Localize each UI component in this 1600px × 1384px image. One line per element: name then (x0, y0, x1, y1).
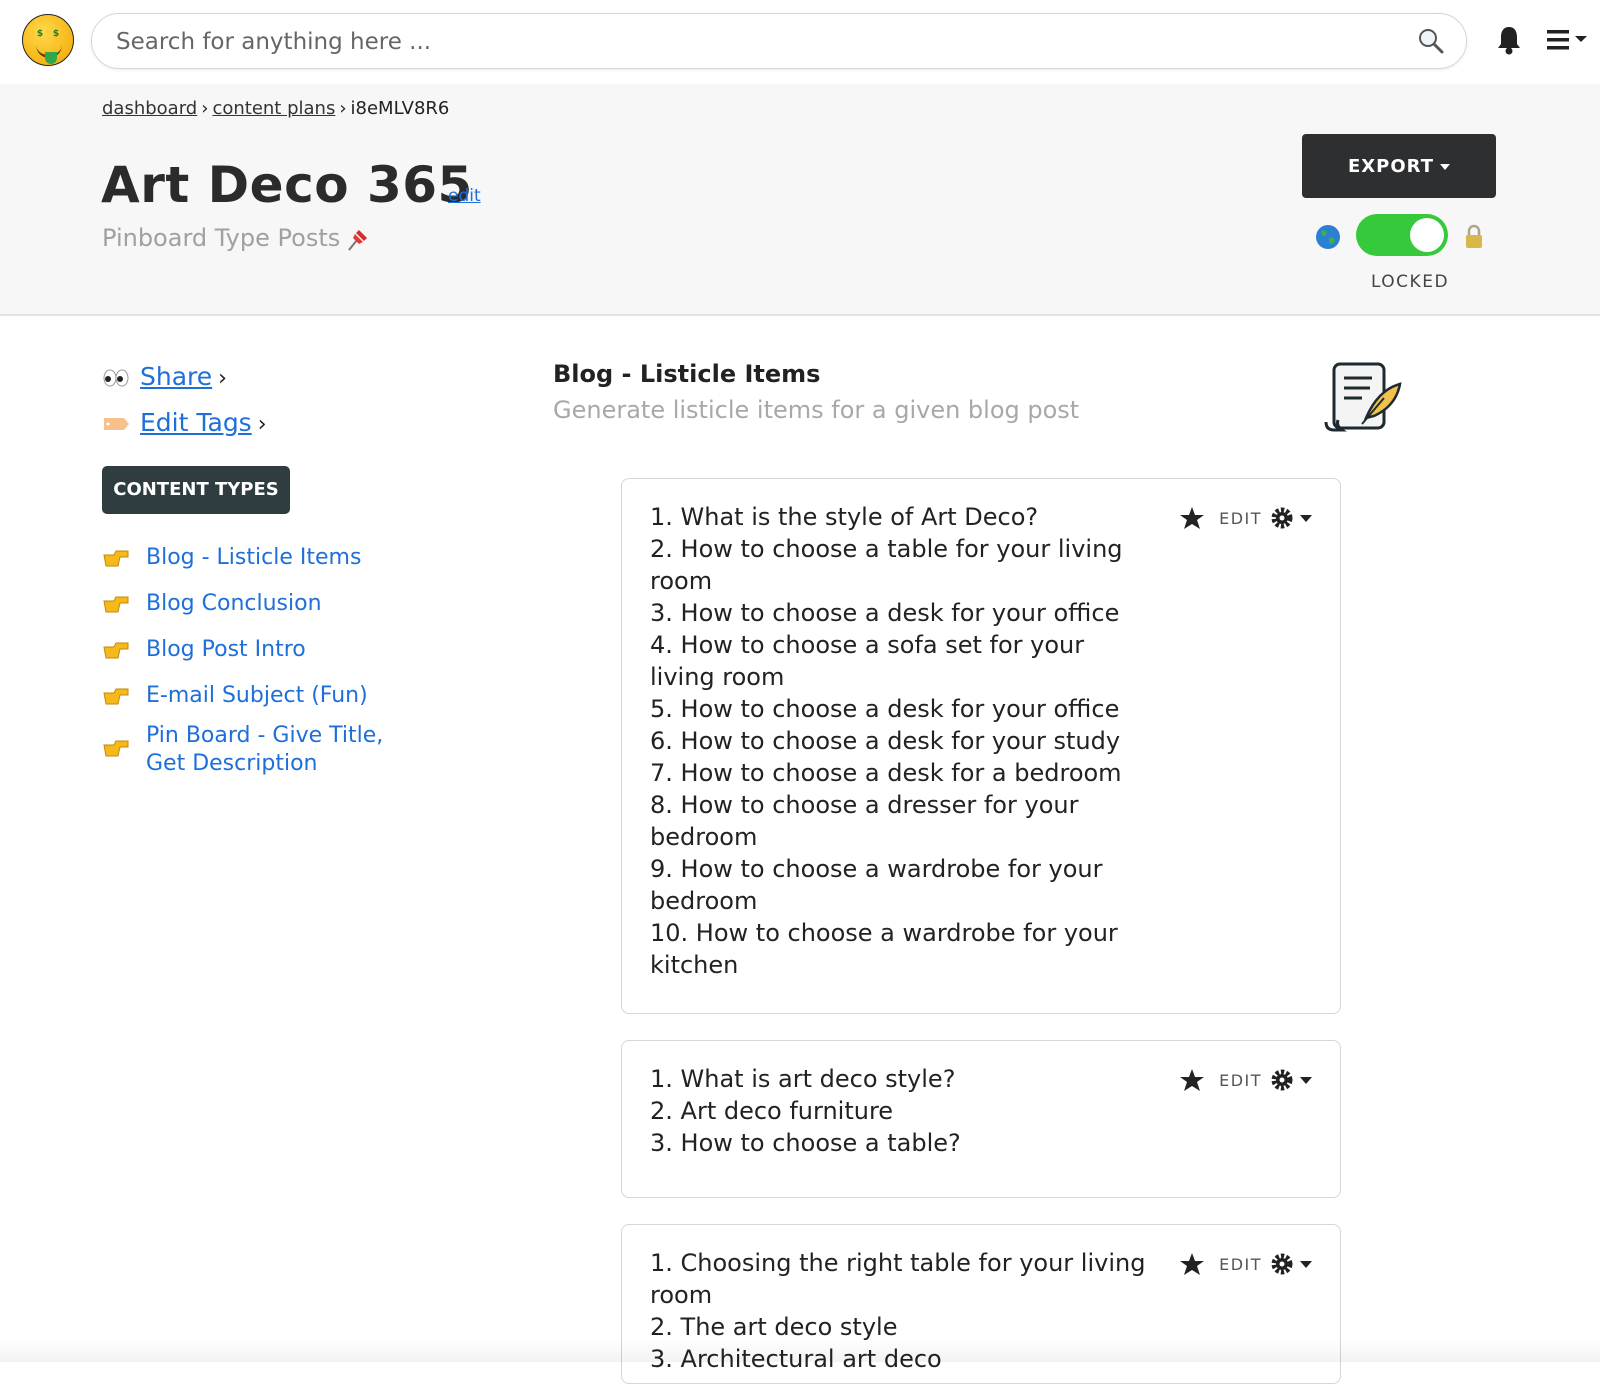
result-line: 6. How to choose a desk for your study (650, 727, 1121, 755)
pointing-hand-icon (103, 688, 129, 705)
result-line: 9. How to choose a wardrobe for your bed… (650, 855, 1103, 915)
eyes-icon (103, 369, 129, 387)
scroll-quill-icon (1324, 362, 1402, 432)
money-face-logo-icon[interactable]: $ $ (22, 14, 74, 66)
result-card: 1. What is the style of Art Deco? 2. How… (621, 478, 1341, 1014)
hamburger-menu-icon[interactable] (1547, 28, 1589, 52)
result-line: 1. What is the style of Art Deco? (650, 503, 1039, 531)
section-description: Generate listicle items for a given blog… (553, 396, 1080, 424)
gear-icon[interactable] (1270, 506, 1294, 530)
breadcrumb-dashboard[interactable]: dashboard (102, 98, 197, 119)
content-type-label[interactable]: E-mail Subject (Fun) (146, 682, 396, 710)
bottom-fade (0, 1340, 1600, 1362)
search-bar[interactable] (91, 13, 1467, 69)
public-private-toggle[interactable] (1356, 214, 1448, 256)
search-icon[interactable] (1418, 28, 1444, 54)
search-input[interactable] (114, 24, 1368, 60)
bell-icon[interactable] (1495, 24, 1523, 56)
content-type-label[interactable]: Blog Conclusion (146, 590, 396, 618)
breadcrumb-current: i8eMLV8R6 (350, 98, 450, 119)
star-icon[interactable] (1179, 505, 1205, 531)
result-line: 2. How to choose a table for your living… (650, 535, 1123, 595)
result-line: 2. The art deco style (650, 1313, 898, 1341)
edit-tags-link[interactable]: Edit Tags (140, 408, 252, 437)
edit-tags-row[interactable]: Edit Tags › (102, 408, 267, 437)
content-types-badge: CONTENT TYPES (102, 466, 290, 514)
share-link-row[interactable]: Share › (102, 362, 227, 391)
chevron-down-icon[interactable] (1300, 1260, 1312, 1268)
page-title: Art Deco 365 (101, 156, 473, 214)
plan-header: dashboard › content plans › i8eMLV8R6 Art De… (0, 84, 1600, 316)
result-line: 4. How to choose a sofa set for your liv… (650, 631, 1085, 691)
export-label: EXPORT (1348, 155, 1434, 177)
card-actions: EDIT (1179, 503, 1312, 533)
edit-button[interactable]: EDIT (1219, 1255, 1262, 1274)
pointing-hand-icon (103, 550, 129, 567)
star-icon[interactable] (1179, 1251, 1205, 1277)
result-card: 1. What is art deco style? 2. Art deco f… (621, 1040, 1341, 1198)
result-line: 1. What is art deco style? (650, 1065, 956, 1093)
pushpin-icon (348, 230, 367, 251)
content-type-label[interactable]: Pin Board - Give Title, Get Description (146, 722, 396, 778)
page-subtitle: Pinboard Type Posts (102, 224, 341, 252)
globe-icon (1316, 225, 1340, 249)
card-actions: EDIT (1179, 1249, 1312, 1279)
breadcrumb-separator-icon: › (201, 98, 209, 119)
gear-icon[interactable] (1270, 1068, 1294, 1092)
breadcrumb-content-plans[interactable]: content plans (212, 98, 335, 119)
result-text: 1. What is the style of Art Deco? 2. How… (650, 501, 1150, 981)
pointing-hand-icon (103, 642, 129, 659)
breadcrumb: dashboard › content plans › i8eMLV8R6 (102, 98, 449, 119)
chevron-down-icon[interactable] (1300, 1076, 1312, 1084)
chevron-right-icon: › (218, 366, 227, 391)
export-button[interactable]: EXPORT (1302, 134, 1496, 198)
edit-title-link[interactable]: edit (448, 186, 481, 206)
result-line: 8. How to choose a dresser for your bedr… (650, 791, 1079, 851)
pointing-hand-icon (103, 740, 129, 757)
pointing-hand-icon (103, 596, 129, 613)
share-link[interactable]: Share (140, 362, 212, 391)
toggle-knob (1410, 218, 1444, 252)
result-line: 1. Choosing the right table for your liv… (650, 1249, 1146, 1309)
content-type-label[interactable]: Blog Post Intro (146, 636, 396, 664)
result-text: 1. What is art deco style? 2. Art deco f… (650, 1063, 1150, 1159)
result-line: 5. How to choose a desk for your office (650, 695, 1120, 723)
edit-button[interactable]: EDIT (1219, 509, 1262, 528)
chevron-down-icon[interactable] (1300, 514, 1312, 522)
breadcrumb-separator-icon: › (339, 98, 347, 119)
card-actions: EDIT (1179, 1065, 1312, 1095)
star-icon[interactable] (1179, 1067, 1205, 1093)
content-type-label[interactable]: Blog - Listicle Items (146, 544, 396, 572)
result-line: 10. How to choose a wardrobe for your ki… (650, 919, 1118, 979)
result-line: 2. Art deco furniture (650, 1097, 894, 1125)
label-tag-icon (104, 418, 129, 430)
lock-status-label: LOCKED (1370, 272, 1450, 292)
chevron-down-icon (1440, 163, 1450, 170)
result-line: 3. How to choose a table? (650, 1129, 961, 1157)
chevron-right-icon: › (257, 412, 267, 437)
gear-icon[interactable] (1270, 1252, 1294, 1276)
edit-button[interactable]: EDIT (1219, 1071, 1262, 1090)
top-bar: $ $ (0, 0, 1600, 84)
lock-icon (1466, 224, 1482, 248)
section-title: Blog - Listicle Items (553, 360, 821, 388)
result-line: 7. How to choose a desk for a bedroom (650, 759, 1122, 787)
result-line: 3. How to choose a desk for your office (650, 599, 1120, 627)
